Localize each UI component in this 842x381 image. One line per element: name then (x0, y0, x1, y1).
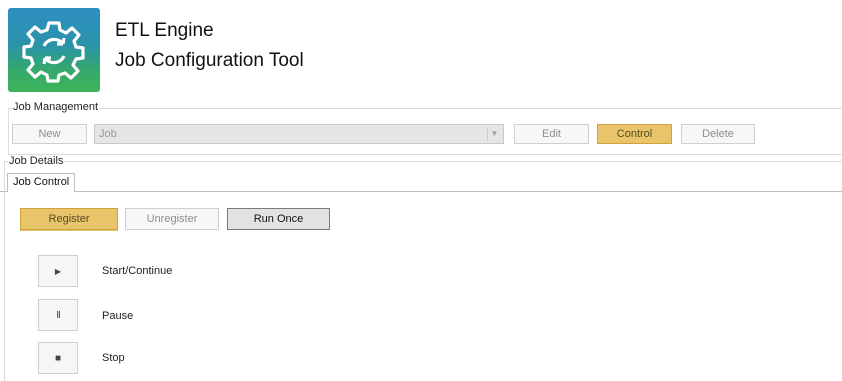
play-icon: ▶ (54, 267, 62, 276)
tab-job-control[interactable]: Job Control (7, 173, 76, 192)
job-select[interactable]: Job ▼ (94, 124, 504, 144)
control-button[interactable]: Control (597, 124, 672, 144)
job-select-value: Job (99, 128, 117, 140)
job-details-label: Job Details (8, 155, 65, 167)
job-management-label: Job Management (12, 101, 99, 113)
run-once-button[interactable]: Run Once (227, 208, 330, 230)
gear-refresh-icon (8, 8, 100, 92)
unregister-button[interactable]: Unregister (125, 208, 219, 230)
job-details-border (4, 161, 842, 162)
job-management-border (8, 108, 842, 109)
tab-panel-border (0, 191, 842, 192)
stop-button[interactable]: ■ (38, 342, 78, 374)
new-button[interactable]: New (12, 124, 87, 144)
stop-icon: ■ (54, 353, 62, 364)
start-continue-label: Start/Continue (102, 265, 173, 277)
app-header: ETL Engine Job Configuration Tool (0, 0, 842, 100)
register-button[interactable]: Register (20, 208, 118, 230)
start-continue-button[interactable]: ▶ (38, 255, 78, 287)
job-management-border-left (8, 108, 9, 154)
edit-button[interactable]: Edit (514, 124, 589, 144)
chevron-down-icon[interactable]: ▼ (487, 127, 501, 141)
pause-icon: II (56, 310, 60, 321)
app-subtitle: Job Configuration Tool (115, 50, 304, 71)
stop-label: Stop (102, 352, 125, 364)
pause-button[interactable]: II (38, 299, 78, 331)
pause-label: Pause (102, 310, 134, 322)
delete-button[interactable]: Delete (681, 124, 755, 144)
app-title: ETL Engine (115, 20, 214, 41)
job-details-border-left (4, 161, 5, 381)
job-management-border-bottom (8, 154, 842, 155)
